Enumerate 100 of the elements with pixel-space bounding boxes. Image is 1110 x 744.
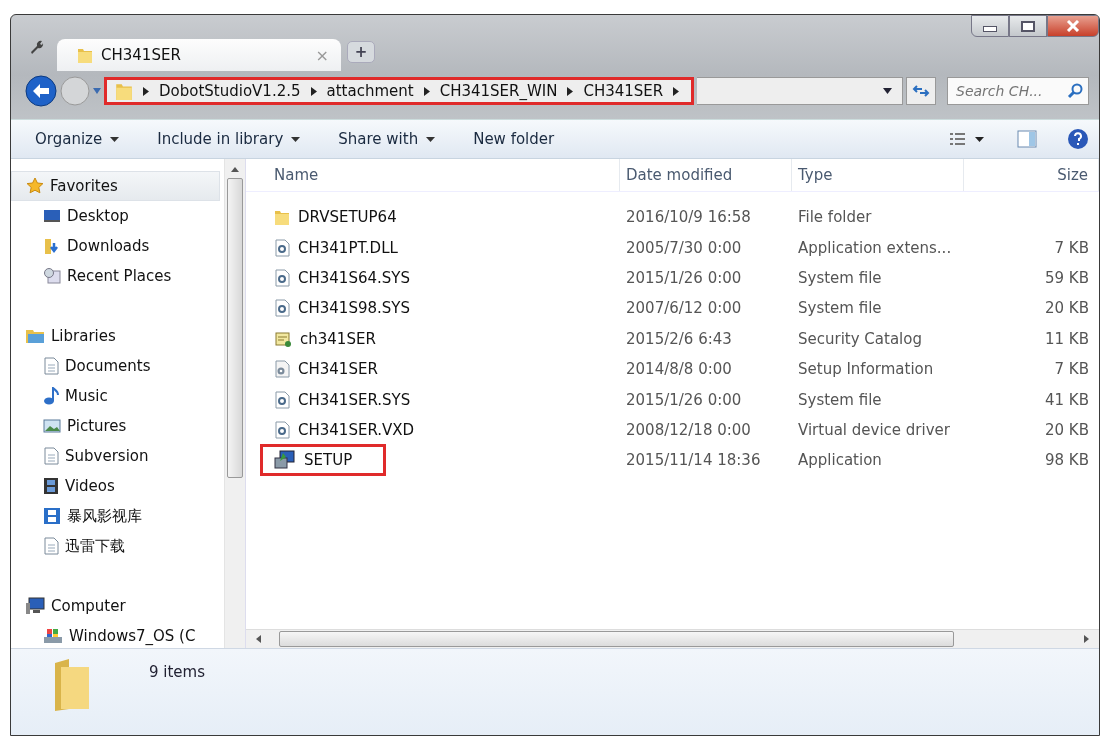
close-icon <box>1066 20 1080 32</box>
address-field[interactable] <box>697 77 903 105</box>
new-tab-button[interactable]: + <box>347 41 375 63</box>
minimize-button[interactable] <box>971 15 1009 37</box>
navigation-item[interactable]: Windows7_OS (C <box>11 621 224 648</box>
type-cell-text: File folder <box>797 208 873 227</box>
breadcrumb-arrow-icon[interactable] <box>567 86 574 96</box>
recent-places-icon <box>43 267 61 285</box>
navigation-group[interactable]: Computer <box>11 591 220 621</box>
breadcrumb-item[interactable]: CH341SER <box>583 82 664 100</box>
search-icon[interactable] <box>1067 83 1083 99</box>
file-name-cell[interactable]: CH341S98.SYS <box>246 299 410 318</box>
breadcrumb-arrow-icon[interactable] <box>673 86 680 96</box>
horizontal-scrollbar[interactable] <box>246 629 1099 648</box>
navigation-item[interactable]: Recent Places <box>11 261 224 291</box>
library-icon <box>25 327 45 345</box>
dropdown-icon[interactable] <box>883 88 892 94</box>
toolbar-button[interactable]: Organize <box>35 130 120 148</box>
file-name-cell[interactable]: CH341SER <box>246 360 378 379</box>
type-cell-text: Virtual device driver <box>797 420 951 439</box>
folder-tab[interactable]: CH341SER × <box>57 39 341 71</box>
column-header[interactable]: Date modified <box>620 159 792 191</box>
size-cell-text: 20 KB <box>1044 299 1090 318</box>
address-bar[interactable]: DobotStudioV1.2.5 attachment CH341SER_WIN CH341SER <box>104 77 695 105</box>
caret-icon <box>110 136 120 142</box>
navigation-item[interactable]: 迅雷下载 <box>11 531 224 561</box>
file-name-cell[interactable]: CH341S64.SYS <box>246 268 410 287</box>
date-cell-text: 2015/1/26 0:00 <box>625 268 743 287</box>
back-button[interactable] <box>25 75 57 107</box>
navigation-item[interactable]: Videos <box>11 471 224 501</box>
navigation-item[interactable]: 暴风影视库 <box>11 501 224 531</box>
wrench-icon[interactable] <box>29 39 45 55</box>
toolbar-button[interactable]: New folder <box>473 130 555 148</box>
date-cell-text: 2005/7/30 0:00 <box>625 238 743 257</box>
date-cell-text: 2015/11/14 18:36 <box>625 451 762 470</box>
size-cell-text: 59 KB <box>1044 268 1090 287</box>
navigation-item[interactable]: Subversion <box>11 441 224 471</box>
column-header[interactable]: Type <box>792 159 964 191</box>
installer-icon <box>274 450 296 471</box>
view-options-button[interactable] <box>949 131 987 147</box>
refresh-button[interactable] <box>906 77 936 105</box>
settings-file-icon <box>274 360 290 379</box>
size-cell-text: 7 KB <box>1053 360 1090 379</box>
type-cell-text: Application extens... <box>797 238 953 257</box>
navigation-item[interactable]: Pictures <box>11 411 224 441</box>
breadcrumb-arrow-icon[interactable] <box>310 86 317 96</box>
navigation-item[interactable]: Music <box>11 381 224 411</box>
file-name-cell[interactable]: ch341SER <box>246 329 376 348</box>
column-header[interactable]: Size <box>964 159 1099 191</box>
type-cell-text: System file <box>797 268 883 287</box>
breadcrumb-item[interactable]: attachment <box>326 82 414 100</box>
tab-title: CH341SER <box>101 46 182 64</box>
maximize-button[interactable] <box>1009 15 1047 37</box>
close-button[interactable] <box>1047 15 1099 37</box>
toolbar-button[interactable]: Include in library <box>157 130 301 148</box>
search-field[interactable]: Search CH... <box>947 77 1089 105</box>
navigation-item[interactable]: Documents <box>11 351 224 381</box>
navigation-group[interactable]: Favorites <box>11 171 220 201</box>
desktop-icon <box>43 208 61 224</box>
document-icon <box>43 357 59 375</box>
type-cell-text: Setup Information <box>797 360 935 379</box>
caret-icon <box>291 136 301 142</box>
type-cell-text: Security Catalog <box>797 329 923 348</box>
navigation-item[interactable]: Downloads <box>11 231 224 261</box>
history-dropdown-icon[interactable] <box>93 88 101 94</box>
type-cell-text: Application <box>797 451 883 470</box>
folder-icon <box>274 208 290 227</box>
scroll-left-arrow-icon[interactable] <box>256 635 261 643</box>
breadcrumb-item[interactable]: CH341SER_WIN <box>439 82 558 100</box>
help-icon[interactable] <box>1067 128 1089 150</box>
file-name-cell[interactable]: DRVSETUP64 <box>246 208 397 227</box>
date-cell-text: 2008/12/18 0:00 <box>625 420 752 439</box>
film-icon <box>43 507 61 525</box>
scroll-right-arrow-icon[interactable] <box>1084 635 1089 643</box>
date-cell-text: 2015/2/6 6:43 <box>625 329 733 348</box>
vertical-scrollbar[interactable] <box>224 159 245 648</box>
scroll-up-arrow-icon[interactable] <box>231 167 239 172</box>
gear-file-icon <box>274 420 290 439</box>
file-name-cell[interactable]: CH341SER.VXD <box>246 420 415 439</box>
document-icon <box>43 537 59 555</box>
file-name-cell[interactable]: CH341SER.SYS <box>246 390 411 409</box>
date-cell-text: 2016/10/9 16:58 <box>625 208 752 227</box>
breadcrumb-arrow-icon[interactable] <box>423 86 430 96</box>
breadcrumb-arrow-icon[interactable] <box>143 86 149 96</box>
column-header[interactable]: Name <box>246 159 620 191</box>
pictures-icon <box>43 418 61 434</box>
type-cell-text: System file <box>797 299 883 318</box>
navigation-item[interactable]: Desktop <box>11 201 224 231</box>
toolbar-button[interactable]: Share with <box>338 130 436 148</box>
date-cell-text: 2007/6/12 0:00 <box>625 299 743 318</box>
scrollbar-thumb[interactable] <box>227 178 243 478</box>
breadcrumb-item[interactable]: DobotStudioV1.2.5 <box>159 82 301 100</box>
file-name-cell[interactable]: CH341PT.DLL <box>246 238 398 257</box>
navigation-group[interactable]: Libraries <box>11 321 220 351</box>
file-name-cell[interactable]: SETUP <box>266 450 381 471</box>
type-cell-text: System file <box>797 390 883 409</box>
downloads-folder-icon <box>43 237 61 255</box>
film-icon <box>43 477 59 495</box>
scrollbar-thumb[interactable] <box>279 631 954 647</box>
music-note-icon <box>43 387 59 405</box>
